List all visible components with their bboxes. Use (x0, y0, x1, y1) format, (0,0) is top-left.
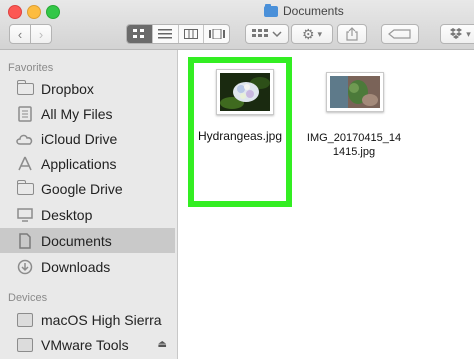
disk-icon (16, 312, 34, 328)
action-button[interactable]: ⚙ ▾ (291, 24, 333, 44)
file-name-line-2: 1415.jpg (332, 146, 376, 158)
file-item-img-20170415[interactable]: IMG_20170415_14 1415.jpg (307, 70, 422, 170)
disk-icon (16, 337, 34, 353)
sidebar-item-label: iCloud Drive (41, 130, 118, 147)
forward-button[interactable]: › (30, 24, 52, 44)
dropbox-icon (450, 28, 463, 39)
column-view-button[interactable] (179, 25, 205, 43)
sidebar-item-all-my-files[interactable]: All My Files (0, 101, 175, 126)
sidebar-item-label: Applications (41, 155, 117, 172)
image-thumbnail (326, 72, 384, 112)
grid-icon (133, 29, 145, 38)
file-name: Hydrangeas.jpg (197, 129, 283, 143)
desktop-icon (16, 207, 34, 223)
back-button[interactable]: ‹ (9, 24, 31, 44)
finder-window: Documents ‹ › ⚙ ▾ ▾ Favorites Dropbox Al… (0, 0, 474, 359)
columns-icon (183, 29, 198, 39)
view-mode-selector (126, 24, 230, 44)
sidebar-item-icloud-drive[interactable]: iCloud Drive (0, 126, 175, 151)
arrange-icon (252, 29, 282, 38)
documents-icon (16, 232, 34, 249)
folder-icon (16, 79, 34, 97)
toolbar: Documents ‹ › ⚙ ▾ ▾ (0, 0, 474, 50)
folder-icon (264, 3, 278, 17)
gear-icon: ⚙ (301, 25, 315, 42)
chevron-down-icon: ▾ (317, 28, 323, 39)
all-files-icon (16, 105, 34, 122)
tag-icon (388, 29, 411, 39)
sidebar-item-label: macOS High Sierra (41, 311, 162, 328)
chevron-down-icon: ▾ (466, 28, 471, 39)
sidebar-item-label: All My Files (41, 105, 113, 122)
sidebar-item-macos-high-sierra[interactable]: macOS High Sierra (0, 307, 175, 332)
zoom-window-button[interactable] (46, 5, 60, 19)
sidebar: Favorites Dropbox All My Files iCloud Dr… (0, 50, 178, 359)
share-icon (346, 27, 358, 41)
sidebar-item-label: Documents (41, 232, 112, 249)
image-thumbnail (216, 69, 274, 115)
sidebar-item-google-drive[interactable]: Google Drive (0, 176, 175, 201)
close-window-button[interactable] (8, 5, 22, 19)
list-icon (158, 29, 173, 39)
minimize-window-button[interactable] (27, 5, 41, 19)
share-button[interactable] (337, 24, 367, 44)
folder-icon (16, 179, 34, 197)
hydrangea-photo-icon (220, 73, 270, 111)
sidebar-item-applications[interactable]: Applications (0, 151, 175, 176)
icon-view-button[interactable] (127, 25, 153, 43)
sidebar-item-vmware-tools[interactable]: VMware Tools ⏏ (0, 332, 175, 357)
chevron-right-icon: › (38, 26, 44, 42)
cover-flow-icon (208, 29, 225, 39)
sidebar-item-label: Downloads (41, 258, 111, 275)
applications-icon (16, 156, 34, 172)
edit-tags-button[interactable] (381, 24, 419, 44)
file-browser-content: Hydrangeas.jpg IMG_20170415_14 1415.jpg (178, 50, 474, 359)
cover-flow-view-button[interactable] (204, 25, 229, 43)
window-title: Documents (264, 3, 344, 19)
sidebar-item-label: VMware Tools (41, 336, 129, 353)
sidebar-item-desktop[interactable]: Desktop (0, 202, 175, 227)
downloads-icon (16, 259, 34, 275)
sidebar-item-label: Google Drive (41, 180, 123, 197)
file-name-line-1: IMG_20170415_14 (306, 132, 402, 144)
dropbox-toolbar-button[interactable]: ▾ (440, 24, 474, 44)
arrange-button[interactable] (245, 24, 289, 44)
window-title-text: Documents (283, 4, 344, 18)
photo-icon (330, 76, 380, 108)
chevron-left-icon: ‹ (17, 26, 23, 42)
list-view-button[interactable] (153, 25, 179, 43)
sidebar-item-label: Dropbox (41, 80, 94, 97)
favorites-header: Favorites (8, 62, 54, 74)
file-name: IMG_20170415_14 1415.jpg (304, 131, 404, 159)
sidebar-item-dropbox[interactable]: Dropbox (0, 76, 175, 101)
file-item-hydrangeas[interactable]: Hydrangeas.jpg (188, 57, 292, 207)
eject-icon[interactable]: ⏏ (158, 339, 167, 350)
devices-header: Devices (8, 292, 48, 304)
sidebar-item-label: Desktop (41, 206, 93, 223)
sidebar-item-documents[interactable]: Documents (0, 228, 175, 253)
sidebar-item-downloads[interactable]: Downloads (0, 254, 175, 279)
cloud-icon (16, 131, 34, 147)
